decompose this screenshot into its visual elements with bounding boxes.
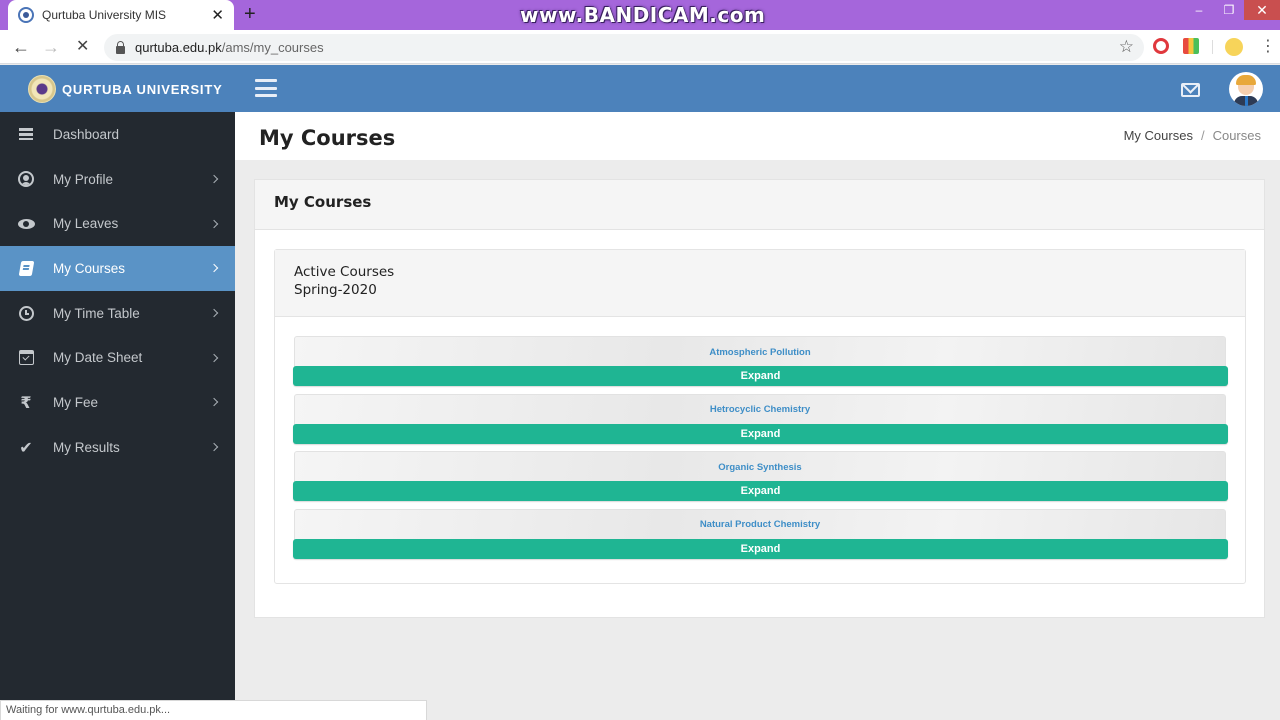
sidebar-item-label: My Profile [53,171,114,187]
calendar-check-icon [17,349,35,367]
page-header: My Courses My Courses / Courses [235,112,1280,160]
university-logo [28,75,56,103]
content-bottom [427,700,1280,720]
sidebar-toggle-icon[interactable] [255,78,277,98]
close-tab-icon[interactable]: ✕ [211,8,224,23]
back-button[interactable]: ← [12,37,30,57]
sidebar-item-my-leaves[interactable]: My Leaves [0,201,235,246]
stop-loading-button[interactable]: ✕ [76,37,89,57]
breadcrumb: My Courses / Courses [1124,128,1261,143]
expand-button[interactable]: Expand [293,366,1228,386]
sidebar-item-label: My Results [53,439,120,455]
course-name-link[interactable]: Organic Synthesis [718,462,801,473]
page-title: My Courses [259,126,396,150]
course-header: Atmospheric Pollution [294,336,1226,368]
sidebar-item-label: My Courses [53,260,126,276]
breadcrumb-separator: / [1200,128,1205,143]
chevron-right-icon [209,398,219,407]
expand-button[interactable]: Expand [293,481,1228,501]
sidebar-item-label: My Fee [53,394,99,410]
book-icon [17,259,35,277]
breadcrumb-current: Courses [1212,128,1261,143]
site-favicon-icon [18,7,34,23]
chevron-right-icon [209,308,219,318]
browser-tab-bar: Qurtuba University MIS ✕ + www.BANDICAM.… [0,0,1280,30]
card-title: My Courses [274,193,372,211]
forward-button[interactable]: → [42,37,60,57]
sidebar-item-label: My Time Table [53,305,140,321]
user-avatar[interactable] [1229,72,1263,106]
chevron-right-icon [209,442,219,452]
brand-name: QURTUBA UNIVERSITY [62,81,223,97]
browser-tab[interactable]: Qurtuba University MIS ✕ [8,0,234,30]
semester-label: Spring-2020 [294,282,377,298]
browser-toolbar: ← → ✕ qurtuba.edu.pk /ams/my_courses ☆ ⋮ [0,30,1280,64]
sidebar-item-my-time-table[interactable]: My Time Table [0,291,235,336]
url-host: qurtuba.edu.pk [135,40,222,55]
address-bar[interactable]: qurtuba.edu.pk /ams/my_courses ☆ [104,34,1144,61]
extension-red-icon[interactable] [1153,38,1169,54]
close-window-button[interactable]: ✕ [1244,0,1280,20]
sidebar-item-my-fee[interactable]: ₹ My Fee [0,380,235,425]
brand[interactable]: QURTUBA UNIVERSITY [28,75,223,103]
clock-icon [17,304,35,322]
course-item: Hetrocyclic Chemistry Expand [293,393,1228,452]
toolbar-divider [1212,40,1213,54]
courses-card: My Courses Active Courses Spring-2020 At… [254,179,1265,618]
rupee-icon: ₹ [20,392,32,412]
chevron-right-icon [209,174,219,184]
url-path: /ams/my_courses [221,40,324,55]
sidebar-item-my-date-sheet[interactable]: My Date Sheet [0,335,235,380]
course-name-link[interactable]: Natural Product Chemistry [700,519,820,530]
sidebar: Dashboard My Profile My Leaves My Course… [0,112,235,700]
course-item: Organic Synthesis Expand [293,451,1228,509]
bookmark-star-icon[interactable]: ☆ [1119,37,1134,57]
course-header: Hetrocyclic Chemistry [294,393,1226,426]
recording-watermark: www.BANDICAM.com [520,3,766,27]
browser-status-bar: Waiting for www.qurtuba.edu.pk... [0,700,427,720]
course-name-link[interactable]: Atmospheric Pollution [709,347,810,358]
course-name-link[interactable]: Hetrocyclic Chemistry [710,404,810,415]
sidebar-item-label: My Leaves [53,216,119,232]
mail-icon[interactable] [1181,83,1200,97]
expand-button[interactable]: Expand [293,538,1228,559]
minimize-button[interactable]: – [1184,0,1214,20]
expand-button[interactable]: Expand [293,423,1228,444]
check-icon: ✔ [19,437,33,457]
sidebar-item-dashboard[interactable]: Dashboard [0,112,235,157]
profile-avatar-icon[interactable] [1225,38,1243,56]
course-header: Natural Product Chemistry [294,508,1226,541]
sidebar-item-label: My Date Sheet [53,350,143,366]
main-content: My Courses My Courses / Courses My Cours… [235,112,1280,700]
active-courses-panel: Active Courses Spring-2020 Atmospheric P… [274,249,1246,584]
course-item: Atmospheric Pollution Expand [293,336,1228,394]
sidebar-item-my-courses[interactable]: My Courses [0,246,235,291]
section-title: Active Courses [294,264,395,280]
chevron-right-icon [209,264,219,273]
extension-colorful-icon[interactable] [1183,38,1199,54]
panel-header: Active Courses Spring-2020 [275,250,1245,317]
window-controls: – ❐ ✕ [1184,0,1280,20]
breadcrumb-parent-link[interactable]: My Courses [1124,128,1193,143]
app-header: QURTUBA UNIVERSITY [0,65,1280,112]
sidebar-item-my-profile[interactable]: My Profile [0,157,235,202]
course-item: Natural Product Chemistry Expand [293,508,1228,567]
sidebar-item-my-results[interactable]: ✔ My Results [0,425,235,470]
lock-icon [116,40,125,54]
restore-button[interactable]: ❐ [1214,0,1244,20]
course-list: Atmospheric Pollution Expand Hetrocyclic… [293,336,1228,566]
eye-icon [17,215,35,233]
browser-menu-icon[interactable]: ⋮ [1260,36,1276,58]
new-tab-button[interactable]: + [244,3,256,25]
bars-icon [17,125,35,143]
user-circle-icon [17,170,35,188]
chevron-right-icon [209,353,219,363]
sidebar-item-label: Dashboard [53,126,120,142]
course-header: Organic Synthesis [294,451,1226,483]
tab-title: Qurtuba University MIS [42,8,167,22]
card-header: My Courses [255,180,1264,230]
chevron-right-icon [209,219,219,228]
